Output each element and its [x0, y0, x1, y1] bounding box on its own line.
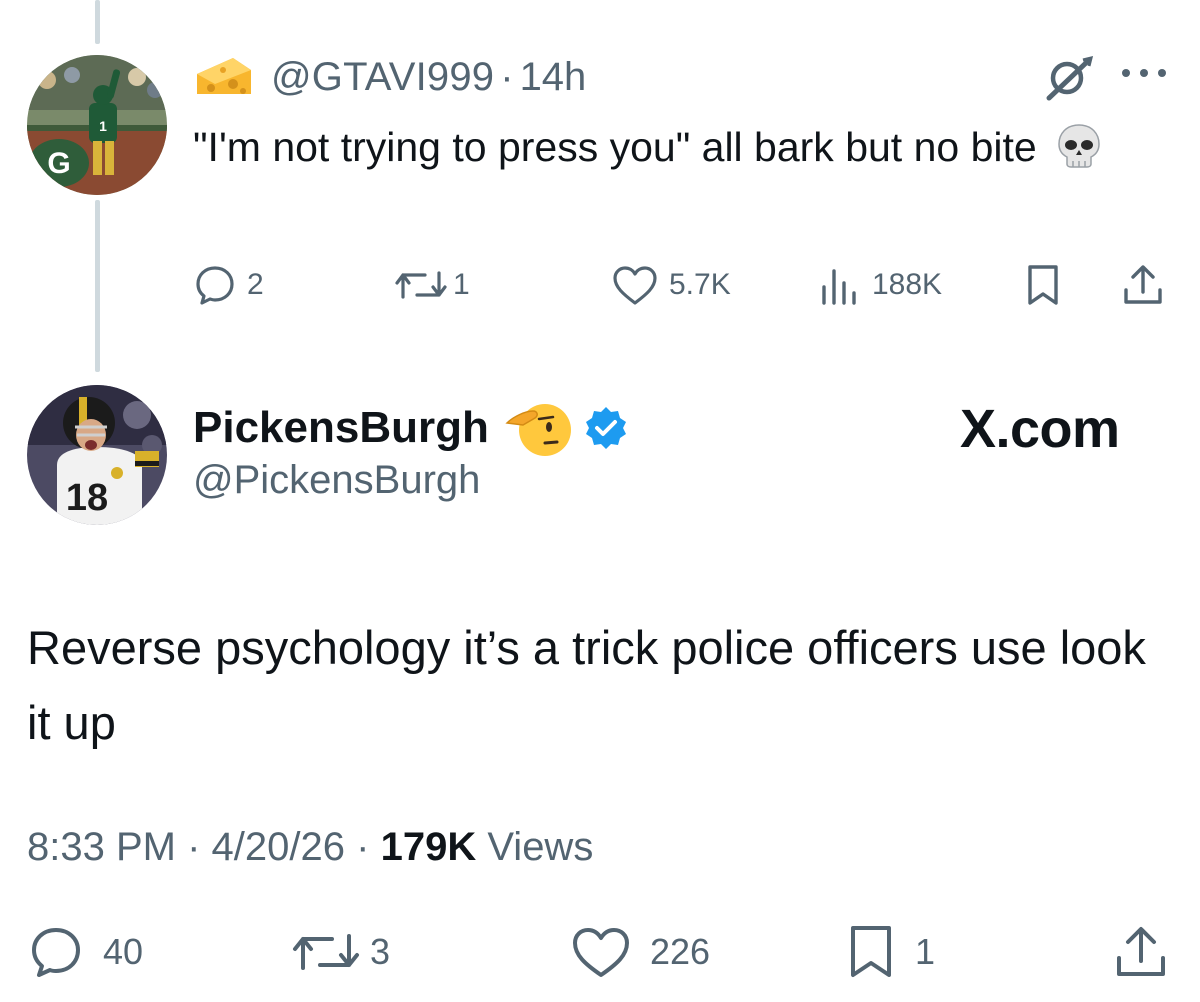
author-display-name[interactable]: PickensBurgh: [193, 403, 489, 453]
separator: ·: [187, 825, 201, 869]
separator: ·: [356, 825, 370, 869]
repost-button[interactable]: 3: [290, 922, 390, 982]
like-button[interactable]: 226: [570, 922, 710, 982]
saluting-face-icon: [505, 404, 571, 456]
steelers-player-avatar: 18: [27, 385, 167, 525]
reply-header: @GTAVI999 · 14h: [193, 52, 586, 102]
separator: ·: [500, 54, 514, 99]
author-handle[interactable]: @PickensBurgh: [193, 458, 480, 503]
repost-icon: [395, 271, 447, 299]
bookmark-count: 1: [915, 931, 936, 972]
post-metadata: 8:33 PM · 4/20/26 · 179K Views: [27, 825, 593, 870]
views-count: 188K: [872, 268, 943, 301]
repost-icon: [293, 934, 359, 970]
svg-text:G: G: [47, 147, 70, 180]
heart-icon: [613, 266, 657, 305]
reply-text: "I'm not trying to press you" all bark b…: [193, 116, 1133, 178]
reply-count: 2: [247, 268, 264, 301]
share-button[interactable]: [1121, 255, 1165, 315]
post-action-bar: 40 3 226 1: [27, 922, 1177, 992]
reply-body: "I'm not trying to press you" all bark b…: [193, 124, 1037, 170]
svg-text:1: 1: [99, 118, 107, 134]
post-time[interactable]: 8:33 PM: [27, 825, 176, 869]
analytics-icon: [822, 269, 856, 305]
packers-player-avatar: G 1: [27, 55, 167, 195]
share-icon: [1117, 927, 1165, 976]
grok-icon[interactable]: [1043, 54, 1095, 102]
reply-handle[interactable]: @GTAVI999: [271, 55, 494, 100]
like-count: 5.7K: [669, 268, 731, 301]
reply-count: 40: [103, 931, 144, 972]
cheese-icon: [197, 58, 251, 94]
views-label: Views: [487, 825, 594, 869]
repost-button[interactable]: 1: [393, 255, 470, 315]
like-count: 226: [650, 931, 711, 972]
author-name-row: PickensBurgh: [193, 398, 629, 458]
skull-icon: [1058, 124, 1100, 168]
views-count[interactable]: 179K: [381, 825, 477, 869]
heart-icon: [573, 928, 629, 977]
thread-line: [95, 200, 100, 372]
reply-action-bar: 2 1 5.7K 188K: [193, 255, 1173, 315]
avatar[interactable]: G 1: [27, 55, 167, 195]
reply-icon: [196, 266, 234, 305]
views-button[interactable]: 188K: [818, 255, 942, 315]
thread-line: [95, 0, 100, 44]
bookmark-icon: [1028, 265, 1058, 305]
more-options-icon[interactable]: [1118, 60, 1170, 86]
share-icon: [1124, 265, 1162, 304]
verified-badge-icon[interactable]: [583, 405, 629, 451]
bookmark-button[interactable]: [1023, 255, 1063, 315]
avatar[interactable]: 18: [27, 385, 167, 525]
like-button[interactable]: 5.7K: [611, 255, 731, 315]
bookmark-icon: [851, 926, 891, 977]
reply-button[interactable]: 40: [27, 922, 143, 982]
xcom-watermark: X.com: [960, 399, 1120, 459]
reply-button[interactable]: 2: [193, 255, 264, 315]
repost-count: 3: [370, 931, 391, 972]
share-button[interactable]: [1113, 922, 1169, 982]
post-text: Reverse psychology it’s a trick police o…: [27, 621, 1146, 749]
reply-timestamp[interactable]: 14h: [520, 55, 587, 100]
svg-text:18: 18: [66, 477, 108, 519]
post-date[interactable]: 4/20/26: [212, 825, 345, 869]
repost-count: 1: [453, 268, 470, 301]
reply-icon: [32, 928, 80, 977]
bookmark-button[interactable]: 1: [845, 922, 935, 982]
